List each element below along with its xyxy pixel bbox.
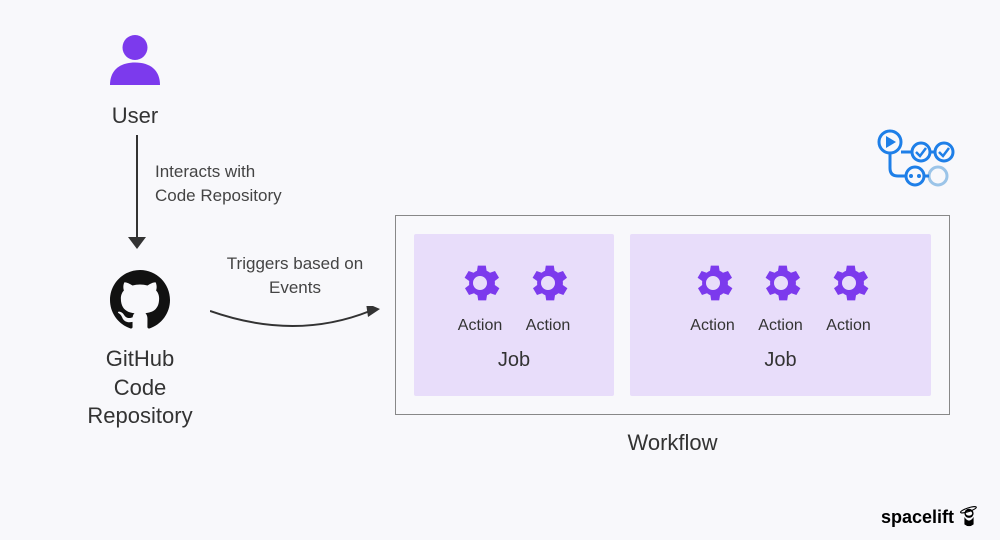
- arrow2-label: Triggers based on Events: [220, 252, 370, 300]
- action-item: Action: [689, 259, 737, 335]
- astronaut-icon: [958, 506, 980, 528]
- arrow-repo-to-workflow: [210, 306, 380, 336]
- action-item: Action: [825, 259, 873, 335]
- github-line1: GitHub Code: [106, 346, 174, 400]
- github-label: GitHub Code Repository: [80, 345, 200, 431]
- job-label: Job: [764, 349, 796, 372]
- user-label: User: [105, 103, 165, 129]
- arrow2-line2: Events: [269, 278, 321, 297]
- action-label: Action: [758, 317, 802, 335]
- gear-icon: [825, 259, 873, 307]
- arrow-user-to-repo: [136, 135, 138, 245]
- job-box: Action Action Action Job: [630, 234, 931, 396]
- brand-text: spacelift: [881, 507, 954, 528]
- gear-icon: [524, 259, 572, 307]
- action-label: Action: [826, 317, 870, 335]
- user-node: User: [105, 30, 165, 129]
- job-box: Action Action Job: [414, 234, 614, 396]
- action-label: Action: [690, 317, 734, 335]
- workflow-container: Action Action Job Action Action Action J: [395, 215, 950, 415]
- arrow2-line1: Triggers based on: [227, 254, 363, 273]
- action-label: Action: [526, 317, 570, 335]
- github-actions-icon: [875, 128, 955, 198]
- gear-icon: [456, 259, 504, 307]
- action-item: Action: [456, 259, 504, 335]
- github-node: GitHub Code Repository: [80, 270, 200, 431]
- brand-logo: spacelift: [881, 506, 980, 528]
- github-line2: Repository: [87, 403, 192, 428]
- gear-icon: [757, 259, 805, 307]
- user-icon: [105, 30, 165, 90]
- actions-row: Action Action: [456, 259, 572, 335]
- job-label: Job: [498, 349, 530, 372]
- action-label: Action: [458, 317, 502, 335]
- action-item: Action: [524, 259, 572, 335]
- arrow1-line1: Interacts with: [155, 162, 255, 181]
- gear-icon: [689, 259, 737, 307]
- actions-row: Action Action Action: [689, 259, 873, 335]
- arrowhead-down-icon: [128, 237, 146, 249]
- arrow1-label: Interacts with Code Repository: [155, 160, 282, 208]
- arrow1-line2: Code Repository: [155, 186, 282, 205]
- github-icon: [110, 270, 170, 330]
- action-item: Action: [757, 259, 805, 335]
- workflow-label: Workflow: [395, 430, 950, 456]
